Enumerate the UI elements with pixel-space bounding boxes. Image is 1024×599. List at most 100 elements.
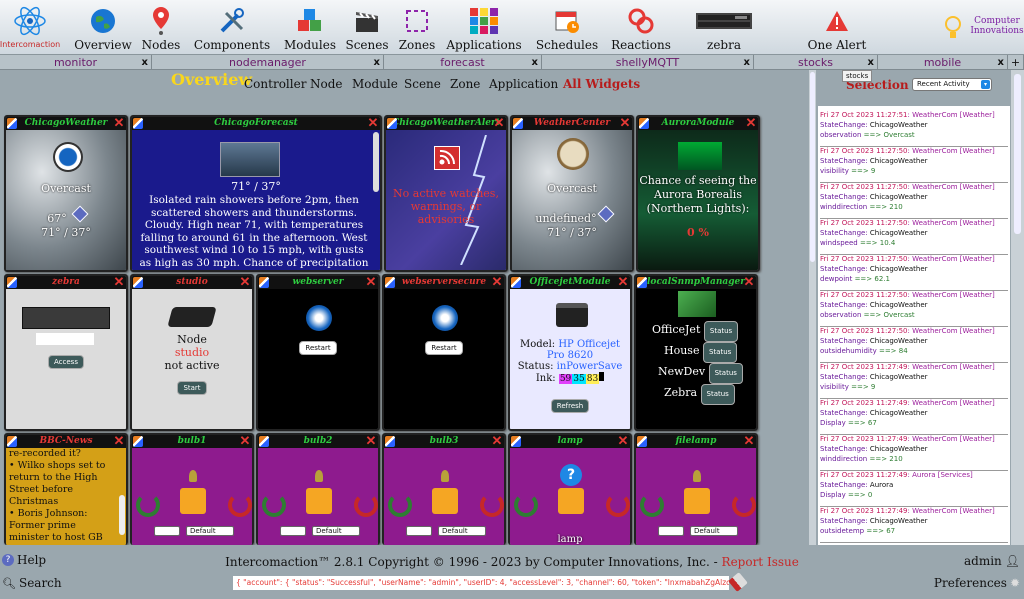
toggle-icon[interactable] [558,488,584,514]
subnav-controller[interactable]: Controller [244,76,306,92]
close-icon[interactable]: ✕ [745,117,757,130]
close-icon[interactable]: ✕ [239,276,251,289]
nav-modules[interactable]: Modules [284,0,336,55]
tab-monitor[interactable]: monitor x [0,55,152,70]
edit-pencil-icon[interactable] [7,118,17,129]
nav-applications[interactable]: Applications [446,0,522,55]
broom-icon[interactable] [728,572,748,592]
search-link[interactable]: 🔍︎ Search [2,576,62,590]
tab-close-button[interactable]: x [532,55,538,70]
status-button[interactable]: Status [702,342,738,363]
close-icon[interactable]: ✕ [365,435,377,448]
subnav-scene[interactable]: Scene [404,76,441,92]
nav-zebra[interactable]: zebra [694,0,754,55]
edit-pencil-icon[interactable] [259,436,269,447]
activity-item[interactable]: Fri 27 Oct 2023 11:27:50: WeatherCom [We… [820,146,1008,183]
status-button[interactable]: Status [700,384,735,405]
close-icon[interactable]: ✕ [113,117,125,130]
restart-button[interactable]: Restart [425,341,463,355]
scrollbar[interactable] [119,495,125,535]
edit-pencil-icon[interactable] [385,436,395,447]
activity-item[interactable]: Fri 27 Oct 2023 11:27:50: WeatherCom [We… [820,326,1008,363]
nav-overview[interactable]: Overview [74,0,132,55]
status-button[interactable]: Status [703,321,739,342]
edit-pencil-icon[interactable] [7,436,17,447]
edit-pencil-icon[interactable] [639,118,649,129]
close-icon[interactable]: ✕ [743,276,755,289]
close-icon[interactable]: ✕ [365,276,377,289]
preset-select[interactable]: Default [312,526,360,536]
toggle-icon[interactable] [180,488,206,514]
close-icon[interactable]: ✕ [617,276,629,289]
level-input[interactable] [280,526,306,536]
activity-item[interactable]: Fri 27 Oct 2023 11:27:50: WeatherCom [We… [820,218,1008,255]
power-off-icon[interactable] [732,493,756,517]
power-off-icon[interactable] [354,493,378,517]
user-menu[interactable]: admin 👤︎ [964,554,1020,568]
activity-item[interactable]: Fri 27 Oct 2023 11:27:51: WeatherCom [We… [820,110,1008,147]
edit-pencil-icon[interactable] [259,277,269,288]
tab-close-button[interactable]: x [998,55,1004,70]
nav-zones[interactable]: Zones [398,0,436,55]
restart-button[interactable]: Restart [299,341,337,355]
sidebar-scrollbar[interactable] [1011,70,1024,545]
edit-pencil-icon[interactable] [133,118,143,129]
scrollbar-thumb[interactable] [810,72,815,262]
refresh-button[interactable]: Refresh [550,399,590,413]
nav-scenes[interactable]: Scenes [345,0,389,55]
activity-filter-select[interactable]: Recent Activity ▾ [912,78,992,91]
power-on-icon[interactable] [262,493,286,517]
tab-close-button[interactable]: x [744,55,750,70]
subnav-node[interactable]: Node [310,76,343,92]
activity-item[interactable]: Fri 27 Oct 2023 11:27:50: WeatherCom [We… [820,290,1008,327]
edit-pencil-icon[interactable] [385,277,395,288]
power-off-icon[interactable] [480,493,504,517]
subnav-application[interactable]: Application [489,76,558,92]
close-icon[interactable]: ✕ [113,276,125,289]
level-input[interactable] [658,526,684,536]
preset-select[interactable]: Default [438,526,486,536]
edit-pencil-icon[interactable] [637,277,647,288]
add-tab-button[interactable]: + [1008,55,1024,70]
subnav-module[interactable]: Module [352,76,398,92]
close-icon[interactable]: ✕ [367,117,379,130]
tab-close-button[interactable]: x [868,55,874,70]
level-input[interactable] [406,526,432,536]
edit-pencil-icon[interactable] [133,436,143,447]
access-button[interactable]: Access [48,355,84,369]
close-icon[interactable]: ✕ [491,276,503,289]
close-icon[interactable]: ✕ [617,435,629,448]
close-icon[interactable]: ✕ [493,117,505,130]
tab-close-button[interactable]: x [374,55,380,70]
activity-item[interactable]: Fri 27 Oct 2023 11:27:50: WeatherCom [We… [820,182,1008,219]
subnav-all-widgets[interactable]: All Widgets [563,76,640,92]
power-on-icon[interactable] [136,493,160,517]
activity-item[interactable]: Fri 27 Oct 2023 11:27:49: Aurora [Servic… [820,470,1008,507]
edit-pencil-icon[interactable] [133,277,143,288]
start-button[interactable]: Start [177,381,207,395]
activity-item[interactable]: Fri 27 Oct 2023 11:27:50: WeatherCom [We… [820,254,1008,291]
nav-components[interactable]: Components [194,0,270,55]
close-icon[interactable]: ✕ [113,435,125,448]
tab-stocks[interactable]: stocks x [754,55,878,70]
close-icon[interactable]: ✕ [619,117,631,130]
scrollbar[interactable] [373,132,379,192]
power-on-icon[interactable] [640,493,664,517]
report-issue-link[interactable]: Report Issue [722,555,799,569]
preset-select[interactable]: Default [690,526,738,536]
tab-shellymqtt[interactable]: shellyMQTT x [542,55,754,70]
power-on-icon[interactable] [388,493,412,517]
toggle-icon[interactable] [684,488,710,514]
edit-pencil-icon[interactable] [511,436,521,447]
scrollbar-thumb[interactable] [1014,74,1021,234]
edit-pencil-icon[interactable] [387,118,397,129]
subnav-zone[interactable]: Zone [450,76,480,92]
close-icon[interactable]: ✕ [743,435,755,448]
power-on-icon[interactable] [514,493,538,517]
toggle-icon[interactable] [306,488,332,514]
nav-nodes[interactable]: Nodes [138,0,184,55]
nav-schedules[interactable]: Schedules [536,0,598,55]
activity-item[interactable]: Fri 27 Oct 2023 11:27:49: WeatherCom [We… [820,398,1008,435]
preset-select[interactable]: Default [186,526,234,536]
level-input[interactable] [154,526,180,536]
